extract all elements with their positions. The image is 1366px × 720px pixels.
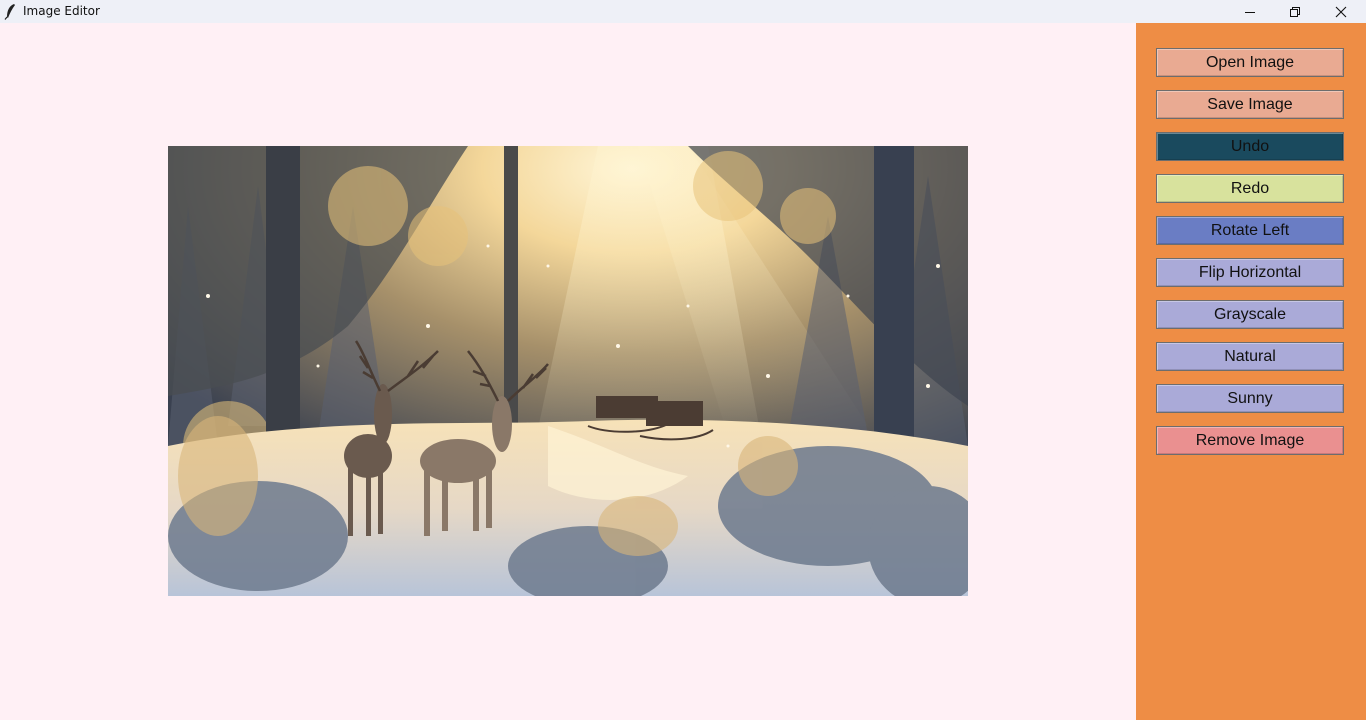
grayscale-button[interactable]: Grayscale: [1156, 300, 1344, 329]
undo-button[interactable]: Undo: [1156, 132, 1344, 161]
rotate-left-button[interactable]: Rotate Left: [1156, 216, 1344, 245]
window-title: Image Editor: [23, 4, 100, 18]
restore-button[interactable]: [1272, 0, 1318, 23]
tool-sidebar: Open Image Save Image Undo Redo Rotate L…: [1136, 23, 1366, 720]
minimize-button[interactable]: [1227, 0, 1273, 23]
close-button[interactable]: [1318, 0, 1364, 23]
flip-horizontal-button[interactable]: Flip Horizontal: [1156, 258, 1344, 287]
natural-filter-button[interactable]: Natural: [1156, 342, 1344, 371]
feather-icon: [4, 3, 18, 20]
close-icon: [1335, 6, 1347, 17]
save-image-button[interactable]: Save Image: [1156, 90, 1344, 119]
image-canvas[interactable]: [0, 23, 1136, 720]
redo-button[interactable]: Redo: [1156, 174, 1344, 203]
sunny-filter-button[interactable]: Sunny: [1156, 384, 1344, 413]
title-bar: Image Editor: [0, 0, 1366, 23]
winter-forest-deer-photo: [168, 146, 968, 596]
restore-icon: [1290, 6, 1300, 17]
open-image-button[interactable]: Open Image: [1156, 48, 1344, 77]
minimize-icon: [1245, 11, 1255, 13]
remove-image-button[interactable]: Remove Image: [1156, 426, 1344, 455]
